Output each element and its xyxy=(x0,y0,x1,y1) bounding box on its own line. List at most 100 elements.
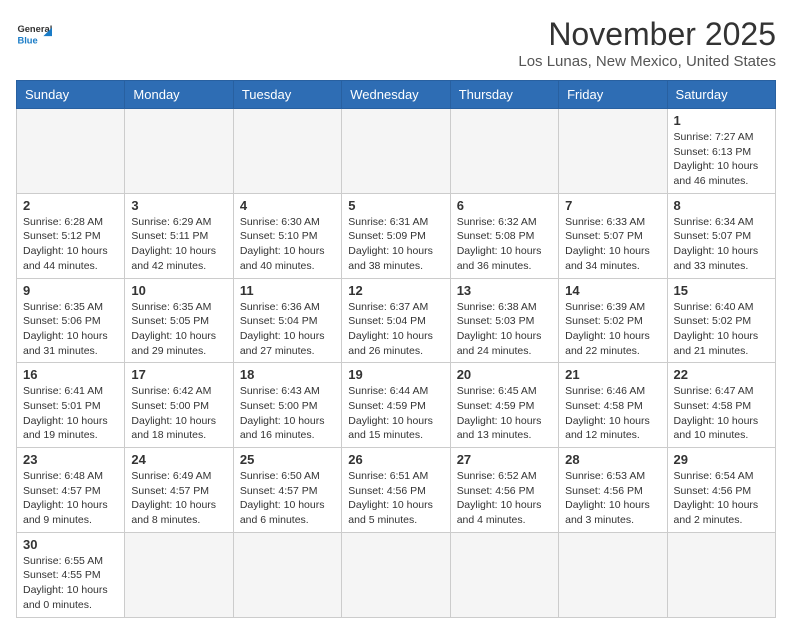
day-number: 19 xyxy=(348,367,443,382)
day-header-friday: Friday xyxy=(559,81,667,109)
calendar-week-row: 30 Sunrise: 6:55 AMSunset: 4:55 PMDayligh… xyxy=(17,532,776,617)
day-number: 13 xyxy=(457,283,552,298)
day-info: Sunrise: 6:44 AMSunset: 4:59 PMDaylight:… xyxy=(348,384,443,443)
day-number: 12 xyxy=(348,283,443,298)
day-number: 10 xyxy=(131,283,226,298)
location-title: Los Lunas, New Mexico, United States xyxy=(518,53,776,70)
calendar-cell: 8Sunrise: 6:34 AMSunset: 5:07 PMDaylight… xyxy=(667,193,775,278)
calendar-cell xyxy=(450,532,558,617)
day-info: Sunrise: 6:28 AMSunset: 5:12 PMDaylight:… xyxy=(23,215,118,274)
calendar-cell xyxy=(559,109,667,194)
title-area: November 2025 Los Lunas, New Mexico, Uni… xyxy=(518,16,776,70)
day-number: 8 xyxy=(674,198,769,213)
day-info: Sunrise: 6:55 AMSunset: 4:55 PMDaylight:… xyxy=(23,554,118,613)
day-number: 25 xyxy=(240,452,335,467)
day-header-wednesday: Wednesday xyxy=(342,81,450,109)
calendar-cell: 21Sunrise: 6:46 AMSunset: 4:58 PMDayligh… xyxy=(559,363,667,448)
calendar-cell: 23Sunrise: 6:48 AMSunset: 4:57 PMDayligh… xyxy=(17,448,125,533)
day-info: Sunrise: 6:39 AMSunset: 5:02 PMDaylight:… xyxy=(565,300,660,359)
calendar-cell: 5 Sunrise: 6:31 AMSunset: 5:09 PMDaylight… xyxy=(342,193,450,278)
calendar-cell: 30 Sunrise: 6:55 AMSunset: 4:55 PMDayligh… xyxy=(17,532,125,617)
calendar-cell: 17 Sunrise: 6:42 AMSunset: 5:00 PMDayligh… xyxy=(125,363,233,448)
day-number: 20 xyxy=(457,367,552,382)
day-info: Sunrise: 6:35 AMSunset: 5:05 PMDaylight:… xyxy=(131,300,226,359)
day-info: Sunrise: 6:30 AMSunset: 5:10 PMDaylight:… xyxy=(240,215,335,274)
day-number: 18 xyxy=(240,367,335,382)
calendar-cell xyxy=(125,109,233,194)
day-number: 4 xyxy=(240,198,335,213)
calendar-cell xyxy=(450,109,558,194)
calendar-cell: 13 Sunrise: 6:38 AMSunset: 5:03 PMDayligh… xyxy=(450,278,558,363)
calendar-cell: 22 Sunrise: 6:47 AMSunset: 4:58 PMDayligh… xyxy=(667,363,775,448)
day-info: Sunrise: 6:38 AMSunset: 5:03 PMDaylight:… xyxy=(457,300,552,359)
day-number: 11 xyxy=(240,283,335,298)
calendar-cell: 28Sunrise: 6:53 AMSunset: 4:56 PMDayligh… xyxy=(559,448,667,533)
logo: General Blue xyxy=(16,16,52,52)
calendar-week-row: 16Sunrise: 6:41 AMSunset: 5:01 PMDayligh… xyxy=(17,363,776,448)
day-header-monday: Monday xyxy=(125,81,233,109)
day-number: 3 xyxy=(131,198,226,213)
day-info: Sunrise: 6:46 AMSunset: 4:58 PMDaylight:… xyxy=(565,384,660,443)
day-number: 9 xyxy=(23,283,118,298)
calendar-cell: 19 Sunrise: 6:44 AMSunset: 4:59 PMDayligh… xyxy=(342,363,450,448)
day-number: 5 xyxy=(348,198,443,213)
calendar-cell: 7Sunrise: 6:33 AMSunset: 5:07 PMDaylight… xyxy=(559,193,667,278)
day-info: Sunrise: 6:45 AMSunset: 4:59 PMDaylight:… xyxy=(457,384,552,443)
day-info: Sunrise: 6:32 AMSunset: 5:08 PMDaylight:… xyxy=(457,215,552,274)
calendar-cell: 20 Sunrise: 6:45 AMSunset: 4:59 PMDayligh… xyxy=(450,363,558,448)
day-info: Sunrise: 7:27 AMSunset: 6:13 PMDaylight:… xyxy=(674,130,769,189)
day-header-sunday: Sunday xyxy=(17,81,125,109)
calendar-header-row: SundayMondayTuesdayWednesdayThursdayFrid… xyxy=(17,81,776,109)
day-info: Sunrise: 6:48 AMSunset: 4:57 PMDaylight:… xyxy=(23,469,118,528)
day-number: 26 xyxy=(348,452,443,467)
calendar-cell: 14Sunrise: 6:39 AMSunset: 5:02 PMDayligh… xyxy=(559,278,667,363)
calendar-cell: 24Sunrise: 6:49 AMSunset: 4:57 PMDayligh… xyxy=(125,448,233,533)
calendar-cell: 1 Sunrise: 7:27 AMSunset: 6:13 PMDaylight… xyxy=(667,109,775,194)
day-number: 29 xyxy=(674,452,769,467)
day-number: 22 xyxy=(674,367,769,382)
calendar-week-row: 9 Sunrise: 6:35 AMSunset: 5:06 PMDaylight… xyxy=(17,278,776,363)
svg-text:General: General xyxy=(17,24,52,34)
calendar-cell: 3 Sunrise: 6:29 AMSunset: 5:11 PMDaylight… xyxy=(125,193,233,278)
calendar-cell: 6Sunrise: 6:32 AMSunset: 5:08 PMDaylight… xyxy=(450,193,558,278)
calendar-week-row: 1 Sunrise: 7:27 AMSunset: 6:13 PMDaylight… xyxy=(17,109,776,194)
day-number: 1 xyxy=(674,113,769,128)
day-info: Sunrise: 6:42 AMSunset: 5:00 PMDaylight:… xyxy=(131,384,226,443)
day-number: 17 xyxy=(131,367,226,382)
calendar-week-row: 23Sunrise: 6:48 AMSunset: 4:57 PMDayligh… xyxy=(17,448,776,533)
calendar-table: SundayMondayTuesdayWednesdayThursdayFrid… xyxy=(16,80,776,618)
day-info: Sunrise: 6:31 AMSunset: 5:09 PMDaylight:… xyxy=(348,215,443,274)
month-title: November 2025 xyxy=(518,16,776,53)
calendar-cell: 12 Sunrise: 6:37 AMSunset: 5:04 PMDayligh… xyxy=(342,278,450,363)
general-blue-logo-icon: General Blue xyxy=(16,16,52,52)
day-info: Sunrise: 6:47 AMSunset: 4:58 PMDaylight:… xyxy=(674,384,769,443)
calendar-cell: 27Sunrise: 6:52 AMSunset: 4:56 PMDayligh… xyxy=(450,448,558,533)
day-info: Sunrise: 6:52 AMSunset: 4:56 PMDaylight:… xyxy=(457,469,552,528)
calendar-cell: 9 Sunrise: 6:35 AMSunset: 5:06 PMDaylight… xyxy=(17,278,125,363)
calendar-cell: 29 Sunrise: 6:54 AMSunset: 4:56 PMDayligh… xyxy=(667,448,775,533)
day-info: Sunrise: 6:35 AMSunset: 5:06 PMDaylight:… xyxy=(23,300,118,359)
day-number: 30 xyxy=(23,537,118,552)
day-info: Sunrise: 6:33 AMSunset: 5:07 PMDaylight:… xyxy=(565,215,660,274)
day-info: Sunrise: 6:37 AMSunset: 5:04 PMDaylight:… xyxy=(348,300,443,359)
day-info: Sunrise: 6:29 AMSunset: 5:11 PMDaylight:… xyxy=(131,215,226,274)
day-number: 15 xyxy=(674,283,769,298)
calendar-cell xyxy=(342,532,450,617)
calendar-cell: 4 Sunrise: 6:30 AMSunset: 5:10 PMDaylight… xyxy=(233,193,341,278)
calendar-cell: 10 Sunrise: 6:35 AMSunset: 5:05 PMDayligh… xyxy=(125,278,233,363)
day-info: Sunrise: 6:36 AMSunset: 5:04 PMDaylight:… xyxy=(240,300,335,359)
calendar-cell: 25 Sunrise: 6:50 AMSunset: 4:57 PMDayligh… xyxy=(233,448,341,533)
calendar-cell: 11 Sunrise: 6:36 AMSunset: 5:04 PMDayligh… xyxy=(233,278,341,363)
day-info: Sunrise: 6:50 AMSunset: 4:57 PMDaylight:… xyxy=(240,469,335,528)
calendar-cell: 18Sunrise: 6:43 AMSunset: 5:00 PMDayligh… xyxy=(233,363,341,448)
calendar-cell xyxy=(233,109,341,194)
day-info: Sunrise: 6:40 AMSunset: 5:02 PMDaylight:… xyxy=(674,300,769,359)
day-header-thursday: Thursday xyxy=(450,81,558,109)
day-header-tuesday: Tuesday xyxy=(233,81,341,109)
calendar-cell: 26Sunrise: 6:51 AMSunset: 4:56 PMDayligh… xyxy=(342,448,450,533)
calendar-cell xyxy=(233,532,341,617)
day-number: 24 xyxy=(131,452,226,467)
calendar-cell xyxy=(342,109,450,194)
day-info: Sunrise: 6:54 AMSunset: 4:56 PMDaylight:… xyxy=(674,469,769,528)
day-number: 28 xyxy=(565,452,660,467)
